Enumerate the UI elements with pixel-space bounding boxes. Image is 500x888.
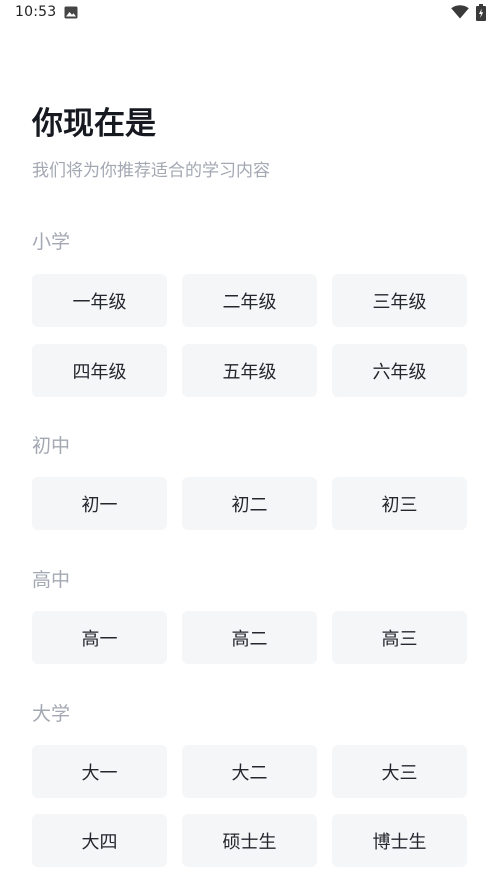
grade-option-button[interactable]: 高三: [332, 611, 467, 664]
grade-option-button[interactable]: 五年级: [182, 344, 317, 397]
section-label-university: 大学: [32, 703, 71, 725]
grade-option-button[interactable]: 四年级: [32, 344, 167, 397]
section-label-junior-high: 初中: [32, 435, 71, 457]
grade-option-button[interactable]: 一年级: [32, 274, 167, 327]
grade-option-button[interactable]: 六年级: [332, 344, 467, 397]
section-label-primary-school: 小学: [32, 231, 71, 253]
section-label-senior-high: 高中: [32, 569, 71, 591]
grade-option-button[interactable]: 高二: [182, 611, 317, 664]
gallery-icon: [64, 6, 78, 19]
grade-option-button[interactable]: 初一: [32, 477, 167, 530]
grade-option-button[interactable]: 大四: [32, 814, 167, 867]
grade-option-button[interactable]: 三年级: [332, 274, 467, 327]
wifi-icon: [451, 5, 469, 19]
grade-option-button[interactable]: 博士生: [332, 814, 467, 867]
grade-option-button[interactable]: 初二: [182, 477, 317, 530]
grade-option-button[interactable]: 大二: [182, 745, 317, 798]
page-subtitle: 我们将为你推荐适合的学习内容: [32, 161, 270, 181]
grade-option-button[interactable]: 二年级: [182, 274, 317, 327]
grade-option-button[interactable]: 初三: [332, 477, 467, 530]
battery-icon: [476, 4, 486, 21]
status-time: 10:53: [15, 4, 57, 20]
grade-option-button[interactable]: 大三: [332, 745, 467, 798]
grade-option-button[interactable]: 大一: [32, 745, 167, 798]
status-bar: 10:53: [0, 0, 500, 26]
page-title: 你现在是: [32, 106, 156, 142]
grade-option-button[interactable]: 硕士生: [182, 814, 317, 867]
grade-option-button[interactable]: 高一: [32, 611, 167, 664]
